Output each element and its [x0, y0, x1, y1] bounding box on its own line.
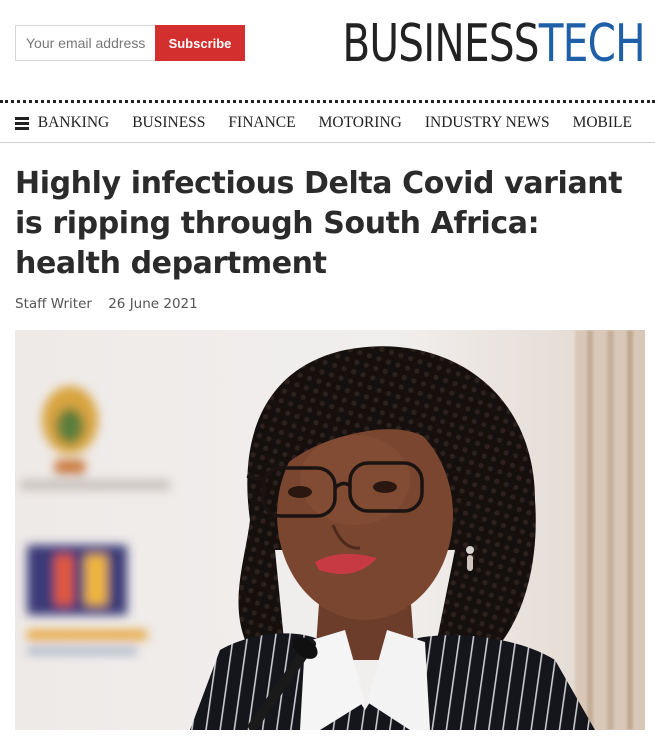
nav-item-banking[interactable]: BANKING [38, 114, 109, 132]
nav-item-motoring[interactable]: MOTORING [319, 114, 402, 132]
hero-photo [15, 330, 645, 730]
main-nav: BANKING BUSINESS FINANCE MOTORING INDUST… [0, 104, 655, 143]
article-byline: Staff Writer 26 June 2021 [15, 296, 198, 312]
site-header: Subscribe BUSINESSTECH [0, 0, 655, 100]
nav-item-finance[interactable]: FINANCE [228, 114, 295, 132]
nav-item-business[interactable]: BUSINESS [132, 114, 205, 132]
nav-item-mobile[interactable]: MOBILE [573, 114, 632, 132]
logo-text-business: BUSINESS [342, 14, 539, 74]
hamburger-menu-icon[interactable] [15, 117, 29, 130]
article-headline: Highly infectious Delta Covid variant is… [15, 166, 623, 281]
nav-item-industry-news[interactable]: INDUSTRY NEWS [425, 114, 550, 132]
newsletter-form: Subscribe [15, 25, 245, 61]
subscribe-button[interactable]: Subscribe [155, 25, 245, 61]
email-field[interactable] [15, 25, 155, 61]
author-link[interactable]: Staff Writer [15, 296, 92, 312]
publish-date: 26 June 2021 [108, 296, 198, 312]
article-hero-image [15, 330, 645, 730]
site-logo[interactable]: BUSINESSTECH [342, 12, 645, 76]
logo-text-tech: TECH [538, 14, 646, 74]
nav-divider [0, 100, 655, 103]
